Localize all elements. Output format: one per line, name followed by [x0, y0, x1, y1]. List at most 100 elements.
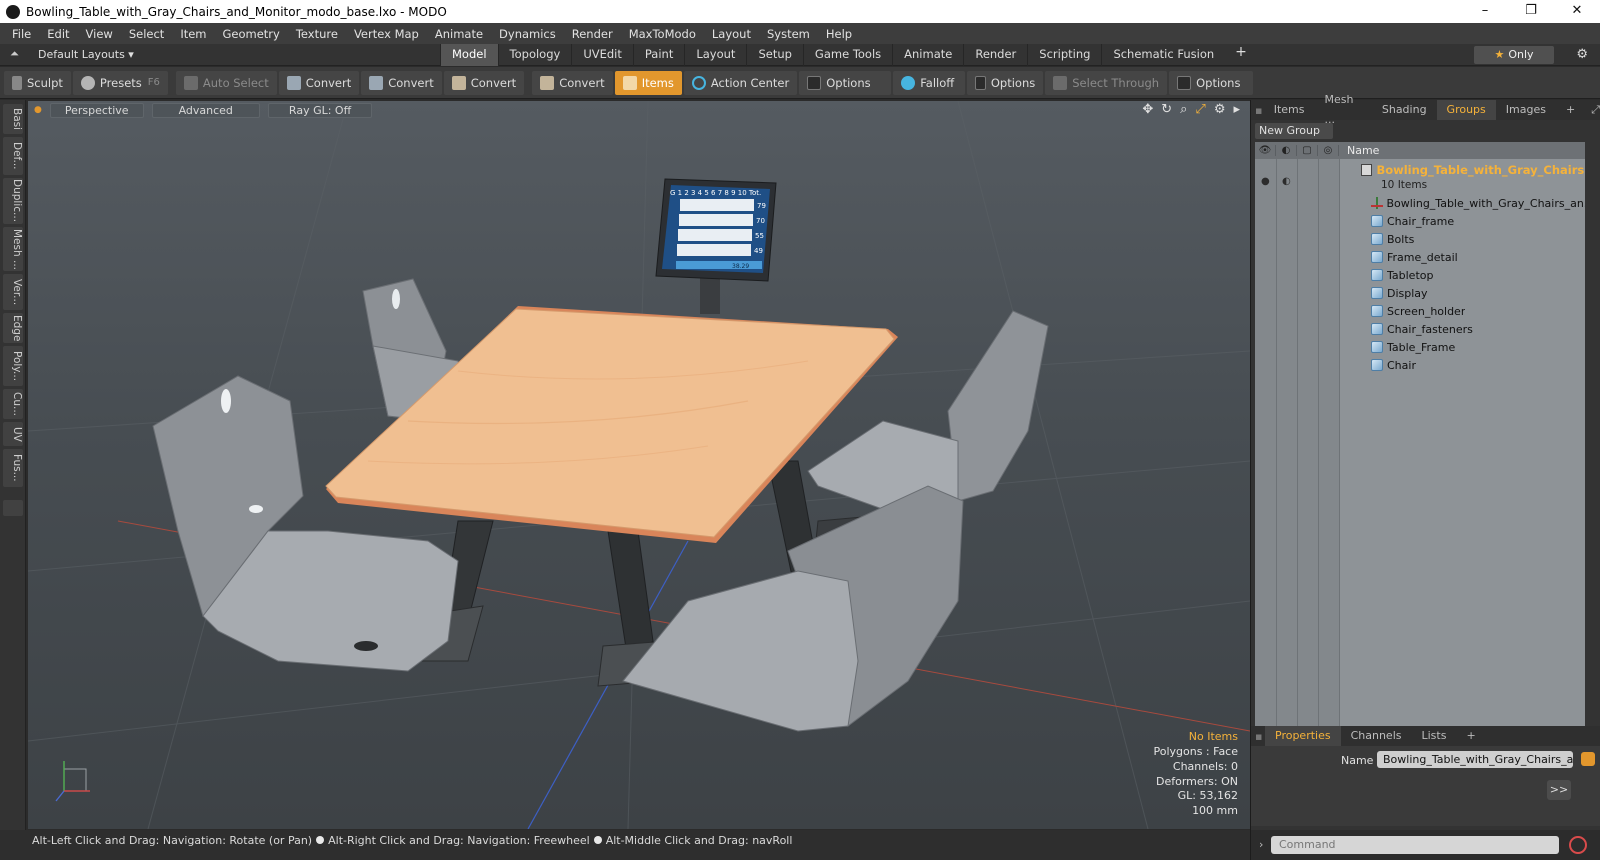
sculpt-button[interactable]: Sculpt [4, 70, 71, 95]
viewport-menu-icon[interactable]: ● [34, 105, 42, 115]
menu-layout[interactable]: Layout [704, 27, 759, 41]
close-button[interactable]: ✕ [1554, 0, 1600, 23]
tab-channels[interactable]: Channels [1341, 726, 1412, 746]
tab-images[interactable]: Images [1496, 100, 1556, 120]
menu-item[interactable]: Item [172, 27, 214, 41]
menu-maxtomodo[interactable]: MaxToModo [621, 27, 704, 41]
menu-dynamics[interactable]: Dynamics [491, 27, 564, 41]
tab-deform[interactable]: Def... [3, 137, 23, 175]
tab-vertex[interactable]: Ver... [3, 274, 23, 310]
tab-animate[interactable]: Animate [892, 43, 963, 66]
menu-geometry[interactable]: Geometry [215, 27, 288, 41]
items-mode-button[interactable]: Items [614, 70, 682, 95]
convert-polygons-button[interactable]: Convert [443, 70, 525, 95]
tab-items[interactable]: Items [1264, 100, 1315, 120]
gear-icon[interactable]: ⚙ [1576, 47, 1588, 62]
tab-mesh[interactable]: Mesh ... [3, 227, 23, 271]
tree-item-display[interactable]: Display [1255, 284, 1585, 302]
command-input[interactable]: Command [1271, 836, 1559, 854]
tree-item-screen-holder[interactable]: Screen_holder [1255, 302, 1585, 320]
display-monitor[interactable]: G 1 2 3 4 5 6 7 8 9 10 Tot. 79 70 55 49 … [655, 178, 777, 314]
orange-handle-icon[interactable] [1581, 752, 1595, 766]
tab-edge[interactable]: Edge [3, 313, 23, 343]
menu-render[interactable]: Render [564, 27, 621, 41]
convert-items-button[interactable]: Convert [532, 70, 613, 95]
tab-fusion[interactable]: Fus... [3, 449, 23, 487]
add-properties-tab-button[interactable]: + [1456, 726, 1485, 746]
action-center-button[interactable]: Action Center [683, 70, 798, 95]
tab-game-tools[interactable]: Game Tools [802, 43, 892, 66]
minimize-button[interactable]: – [1462, 0, 1508, 23]
tree-item-tabletop[interactable]: Tabletop [1255, 266, 1585, 284]
only-toggle-button[interactable]: ★ Only [1474, 46, 1554, 64]
select-through-button[interactable]: Select Through [1045, 70, 1168, 95]
tab-shading[interactable]: Shading [1372, 100, 1437, 120]
tab-basic[interactable]: Basi [3, 104, 23, 134]
falloff-options-button[interactable]: Options [967, 70, 1044, 95]
tab-render[interactable]: Render [963, 43, 1027, 66]
tree-item-chair[interactable]: Chair [1255, 356, 1585, 374]
raygl-toggle[interactable]: Ray GL: Off [267, 102, 373, 118]
3d-viewport[interactable]: G 1 2 3 4 5 6 7 8 9 10 Tot. 79 70 55 49 … [28, 101, 1250, 829]
zoom-icon[interactable]: ⌕ [1180, 102, 1187, 117]
menu-edit[interactable]: Edit [39, 27, 77, 41]
scene-render[interactable]: G 1 2 3 4 5 6 7 8 9 10 Tot. 79 70 55 49 … [28, 101, 1250, 829]
shading-dropdown[interactable]: Advanced [151, 102, 260, 118]
tab-scripting[interactable]: Scripting [1027, 43, 1101, 66]
add-panel-tab-button[interactable]: + [1556, 100, 1585, 120]
collapse-arrow-icon[interactable]: ⏶ [10, 47, 19, 61]
tab-curve[interactable]: Cu... [3, 389, 23, 419]
menu-animate[interactable]: Animate [427, 27, 491, 41]
tab-polygon[interactable]: Poly... [3, 346, 23, 386]
maximize-button[interactable]: ❐ [1508, 0, 1554, 23]
tab-uvedit[interactable]: UVEdit [571, 43, 633, 66]
tab-paint[interactable]: Paint [632, 43, 684, 66]
pan-icon[interactable]: ✥ [1142, 102, 1153, 117]
tab-duplicate[interactable]: Duplic... [3, 178, 23, 224]
convert-vertices-button[interactable]: Convert [278, 70, 360, 95]
select-toggle-icon[interactable]: ◎ [1318, 145, 1339, 156]
tree-item-locator[interactable]: Bowling_Table_with_Gray_Chairs_an... [1255, 194, 1585, 212]
viewport-more-icon[interactable]: ▸ [1233, 102, 1240, 117]
viewport-settings-icon[interactable]: ⚙ [1214, 102, 1226, 117]
tab-properties[interactable]: Properties [1265, 726, 1341, 746]
tab-uv[interactable]: UV [3, 422, 23, 446]
maximize-panel-icon[interactable]: ⤢ [1591, 103, 1600, 117]
menu-view[interactable]: View [78, 27, 121, 41]
tab-setup[interactable]: Setup [746, 43, 802, 66]
auto-select-button[interactable]: Auto Select [175, 70, 277, 95]
tree-item-table-frame[interactable]: Table_Frame [1255, 338, 1585, 356]
render-toggle-icon[interactable]: ◐ [1276, 145, 1297, 156]
menu-texture[interactable]: Texture [288, 27, 346, 41]
tab-layout[interactable]: Layout [684, 43, 746, 66]
lock-toggle-icon[interactable]: ▢ [1297, 145, 1318, 156]
tab-model[interactable]: Model [440, 43, 498, 66]
tree-item-bolts[interactable]: Bolts [1255, 230, 1585, 248]
expand-tabs-button[interactable] [3, 500, 23, 516]
rotate-icon[interactable]: ↻ [1161, 102, 1172, 117]
presets-button[interactable]: Presets F6 [72, 70, 168, 95]
record-macro-icon[interactable] [1569, 836, 1587, 854]
tree-item-frame-detail[interactable]: Frame_detail [1255, 248, 1585, 266]
tab-schematic-fusion[interactable]: Schematic Fusion [1101, 43, 1225, 66]
tab-lists[interactable]: Lists [1412, 726, 1457, 746]
view-mode-dropdown[interactable]: Perspective [49, 102, 144, 118]
panel-grip-icon[interactable]: ▪ [1251, 104, 1264, 117]
menu-select[interactable]: Select [121, 27, 172, 41]
name-input[interactable]: Bowling_Table_with_Gray_Chairs_and_ [1377, 751, 1573, 768]
visibility-eye-icon[interactable]: 👁 [1255, 145, 1276, 156]
panel-grip-icon[interactable]: ▪ [1251, 730, 1265, 743]
tree-item-chair-frame[interactable]: Chair_frame [1255, 212, 1585, 230]
tree-item-chair-fasteners[interactable]: Chair_fasteners [1255, 320, 1585, 338]
convert-edges-button[interactable]: Convert [361, 70, 442, 95]
tab-groups[interactable]: Groups [1436, 100, 1496, 120]
menu-help[interactable]: Help [818, 27, 860, 41]
menu-system[interactable]: System [759, 27, 818, 41]
tab-mesh[interactable]: Mesh ... [1314, 90, 1371, 130]
expand-properties-button[interactable]: >> [1547, 780, 1571, 800]
falloff-button[interactable]: Falloff [893, 70, 966, 95]
fit-view-icon[interactable]: ⤢ [1195, 102, 1205, 117]
menu-vertex-map[interactable]: Vertex Map [346, 27, 427, 41]
action-center-options-button[interactable]: Options [799, 70, 892, 95]
add-layout-tab-button[interactable]: + [1225, 44, 1257, 66]
